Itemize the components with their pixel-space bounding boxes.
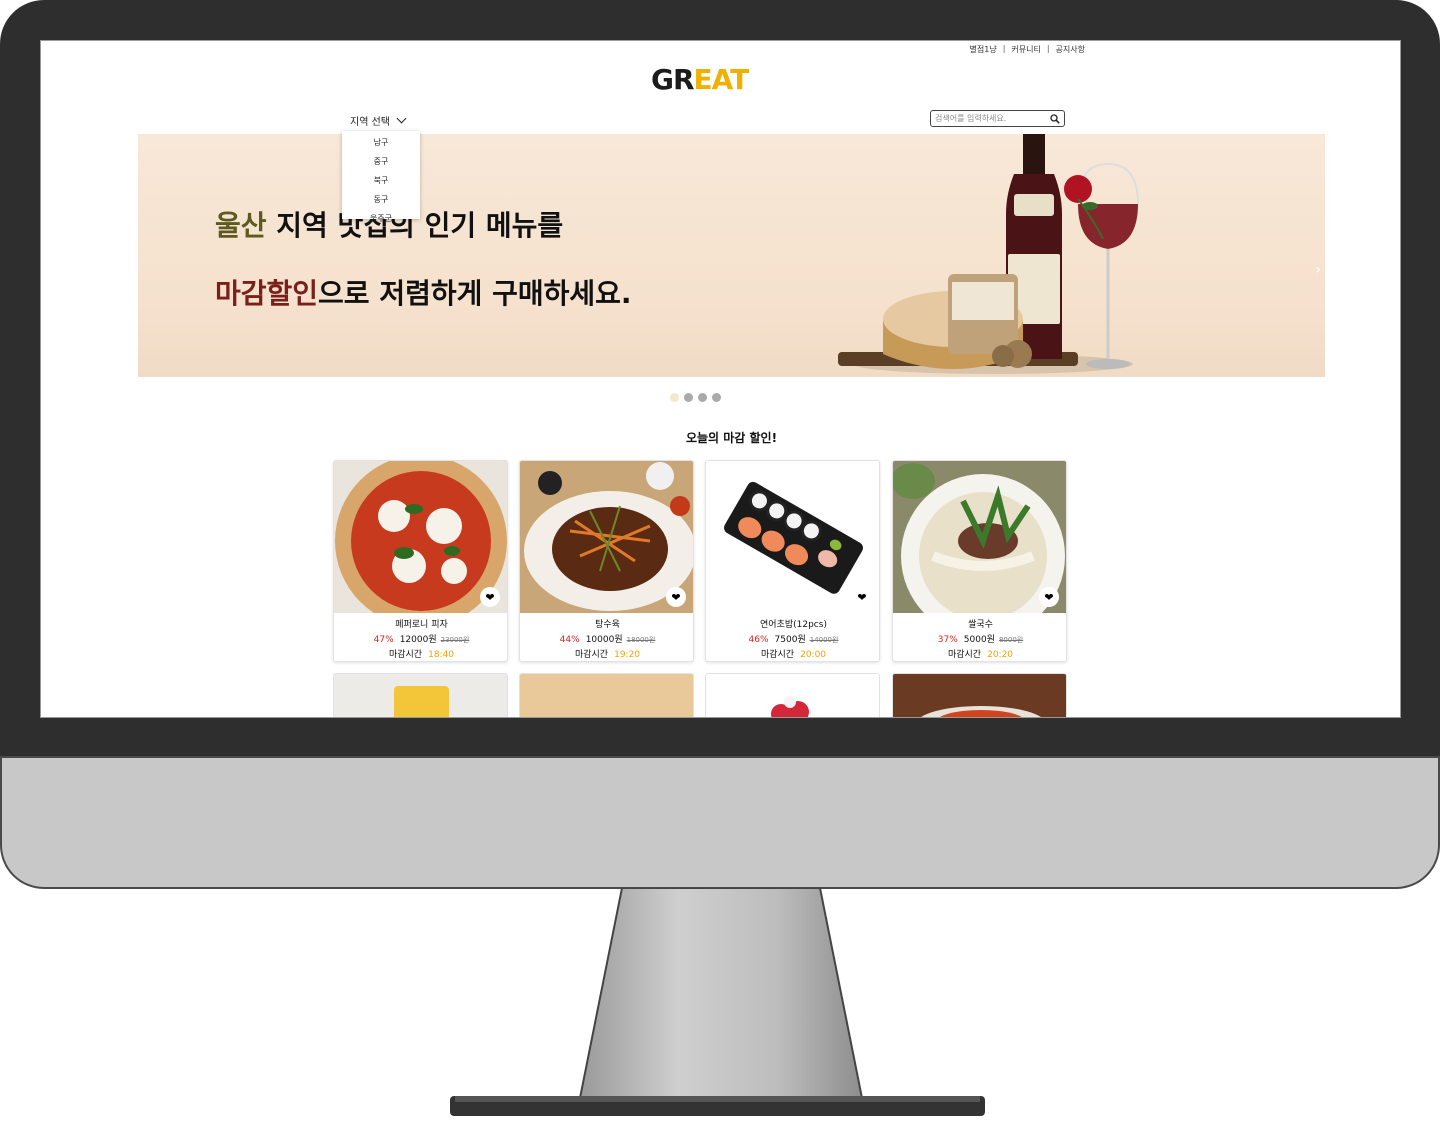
heart-icon[interactable]: ❤ [666, 587, 686, 607]
carousel-dot-1[interactable] [670, 393, 679, 402]
product-card-pizza[interactable]: ❤ 페퍼로니 피자 47% 12000원 23000원 마감시간 18:40 [333, 460, 508, 662]
region-option-junggu[interactable]: 중구 [342, 152, 420, 171]
link-notice[interactable]: 공지사항 [1056, 44, 1085, 55]
section-title: 오늘의 마감 할인! [685, 431, 778, 445]
close-time-value: 20:20 [987, 650, 1014, 660]
region-dropdown: 남구 중구 북구 동구 울주군 [342, 131, 420, 223]
product-name: 탕수육 [595, 620, 620, 630]
original-price: 8000원 [998, 636, 1024, 644]
close-time: 마감시간 20:00 [706, 647, 879, 660]
close-time-value: 19:20 [614, 650, 641, 660]
heart-icon[interactable]: ❤ [852, 587, 872, 607]
close-time: 마감시간 20:20 [893, 647, 1066, 660]
heart-icon[interactable]: ❤ [480, 587, 500, 607]
close-time-label: 마감시간 [760, 650, 795, 660]
product-name: 페퍼로니 피자 [395, 620, 448, 630]
discount-rate: 37% [937, 635, 958, 645]
logo-text-eat: EAT [693, 63, 750, 96]
top-links: 별점1냥 | 커뮤니티 | 공지사항 [970, 44, 1085, 55]
separator: | [1046, 44, 1050, 53]
site-logo[interactable]: GREAT [651, 63, 750, 96]
region-option-uljugun[interactable]: 울주군 [342, 209, 420, 228]
product-card-tangsuyuk[interactable]: ❤ 탕수육 44% 10000원 18000원 마감시간 19:20 [519, 460, 694, 662]
product-price: 37% 5000원 8000원 [893, 632, 1066, 645]
page: 별점1냥 | 커뮤니티 | 공지사항 GREAT 지역 선택 남구 중구 북구 … [138, 41, 1325, 717]
product-card-pho[interactable]: ❤ 쌀국수 37% 5000원 8000원 마감시간 20:20 [892, 460, 1067, 662]
search-icon[interactable] [1050, 113, 1060, 124]
heart-icon[interactable]: ❤ [1039, 587, 1059, 607]
region-select[interactable]: 지역 선택 [350, 113, 407, 128]
logo-text-gr: GR [651, 63, 695, 96]
close-time-label: 마감시간 [388, 650, 423, 660]
discount-rate: 47% [373, 635, 394, 645]
chevron-right-icon[interactable]: › [1315, 262, 1321, 278]
monitor-chin [0, 756, 1440, 889]
product-price: 47% 12000원 23000원 [334, 632, 507, 645]
carousel-dot-4[interactable] [712, 393, 721, 402]
chevron-down-icon [396, 113, 407, 124]
banner-line-2: 마감할인으로 저렴하게 구매하세요. [215, 272, 632, 312]
hero-banner[interactable]: 울산 지역 맛집의 인기 메뉴를 마감할인으로 저렴하게 구매하세요. › [138, 134, 1325, 377]
region-option-bukgu[interactable]: 북구 [342, 171, 420, 190]
sale-price: 7500원 [774, 635, 806, 645]
original-price: 14000원 [809, 636, 839, 644]
monitor-stand [450, 888, 985, 1116]
product-card-partial[interactable] [333, 673, 508, 717]
close-time-label: 마감시간 [574, 650, 609, 660]
product-price: 46% 7500원 14000원 [706, 632, 879, 645]
sale-price: 12000원 [399, 635, 437, 645]
original-price: 23000원 [440, 636, 470, 644]
product-card-partial[interactable] [705, 673, 880, 717]
banner-highlight-region: 울산 [215, 209, 267, 242]
region-option-donggu[interactable]: 동구 [342, 190, 420, 209]
carousel-indicators [670, 393, 721, 402]
discount-rate: 46% [748, 635, 769, 645]
separator: | [1002, 44, 1006, 53]
product-card-salmon-sushi[interactable]: ❤ 연어초밥(12pcs) 46% 7500원 14000원 마감시간 20:00 [705, 460, 880, 662]
close-time: 마감시간 18:40 [334, 647, 507, 660]
region-select-label: 지역 선택 [350, 117, 390, 128]
search-input[interactable]: 검색어를 입력하세요. [930, 110, 1065, 127]
close-time-label: 마감시간 [947, 650, 982, 660]
sale-price: 5000원 [963, 635, 995, 645]
product-name: 연어초밥(12pcs) [760, 620, 827, 630]
browser-viewport: 별점1냥 | 커뮤니티 | 공지사항 GREAT 지역 선택 남구 중구 북구 … [40, 40, 1401, 718]
carousel-dot-3[interactable] [698, 393, 707, 402]
product-name: 쌀국수 [968, 620, 993, 630]
banner-highlight-discount: 마감할인 [215, 277, 319, 310]
discount-rate: 44% [559, 635, 580, 645]
original-price: 18000원 [626, 636, 656, 644]
carousel-dot-2[interactable] [684, 393, 693, 402]
wine-cheese-illustration [838, 134, 1139, 374]
close-time: 마감시간 19:20 [520, 647, 693, 660]
close-time-value: 20:00 [800, 650, 827, 660]
product-card-partial[interactable] [519, 673, 694, 717]
product-image-partial [921, 706, 1041, 717]
product-image-partial [394, 686, 449, 717]
product-card-partial[interactable] [892, 673, 1067, 717]
link-community[interactable]: 커뮤니티 [1011, 44, 1040, 55]
link-rating[interactable]: 별점1냥 [970, 44, 997, 55]
region-option-namgu[interactable]: 남구 [342, 133, 420, 152]
product-image-partial [771, 696, 809, 717]
product-price: 44% 10000원 18000원 [520, 632, 693, 645]
search-placeholder: 검색어를 입력하세요. [935, 114, 1007, 123]
sale-price: 10000원 [585, 635, 623, 645]
banner-line-2-text: 으로 저렴하게 구매하세요. [318, 277, 632, 310]
monitor-frame: 별점1냥 | 커뮤니티 | 공지사항 GREAT 지역 선택 남구 중구 북구 … [0, 0, 1440, 1125]
close-time-value: 18:40 [428, 650, 455, 660]
